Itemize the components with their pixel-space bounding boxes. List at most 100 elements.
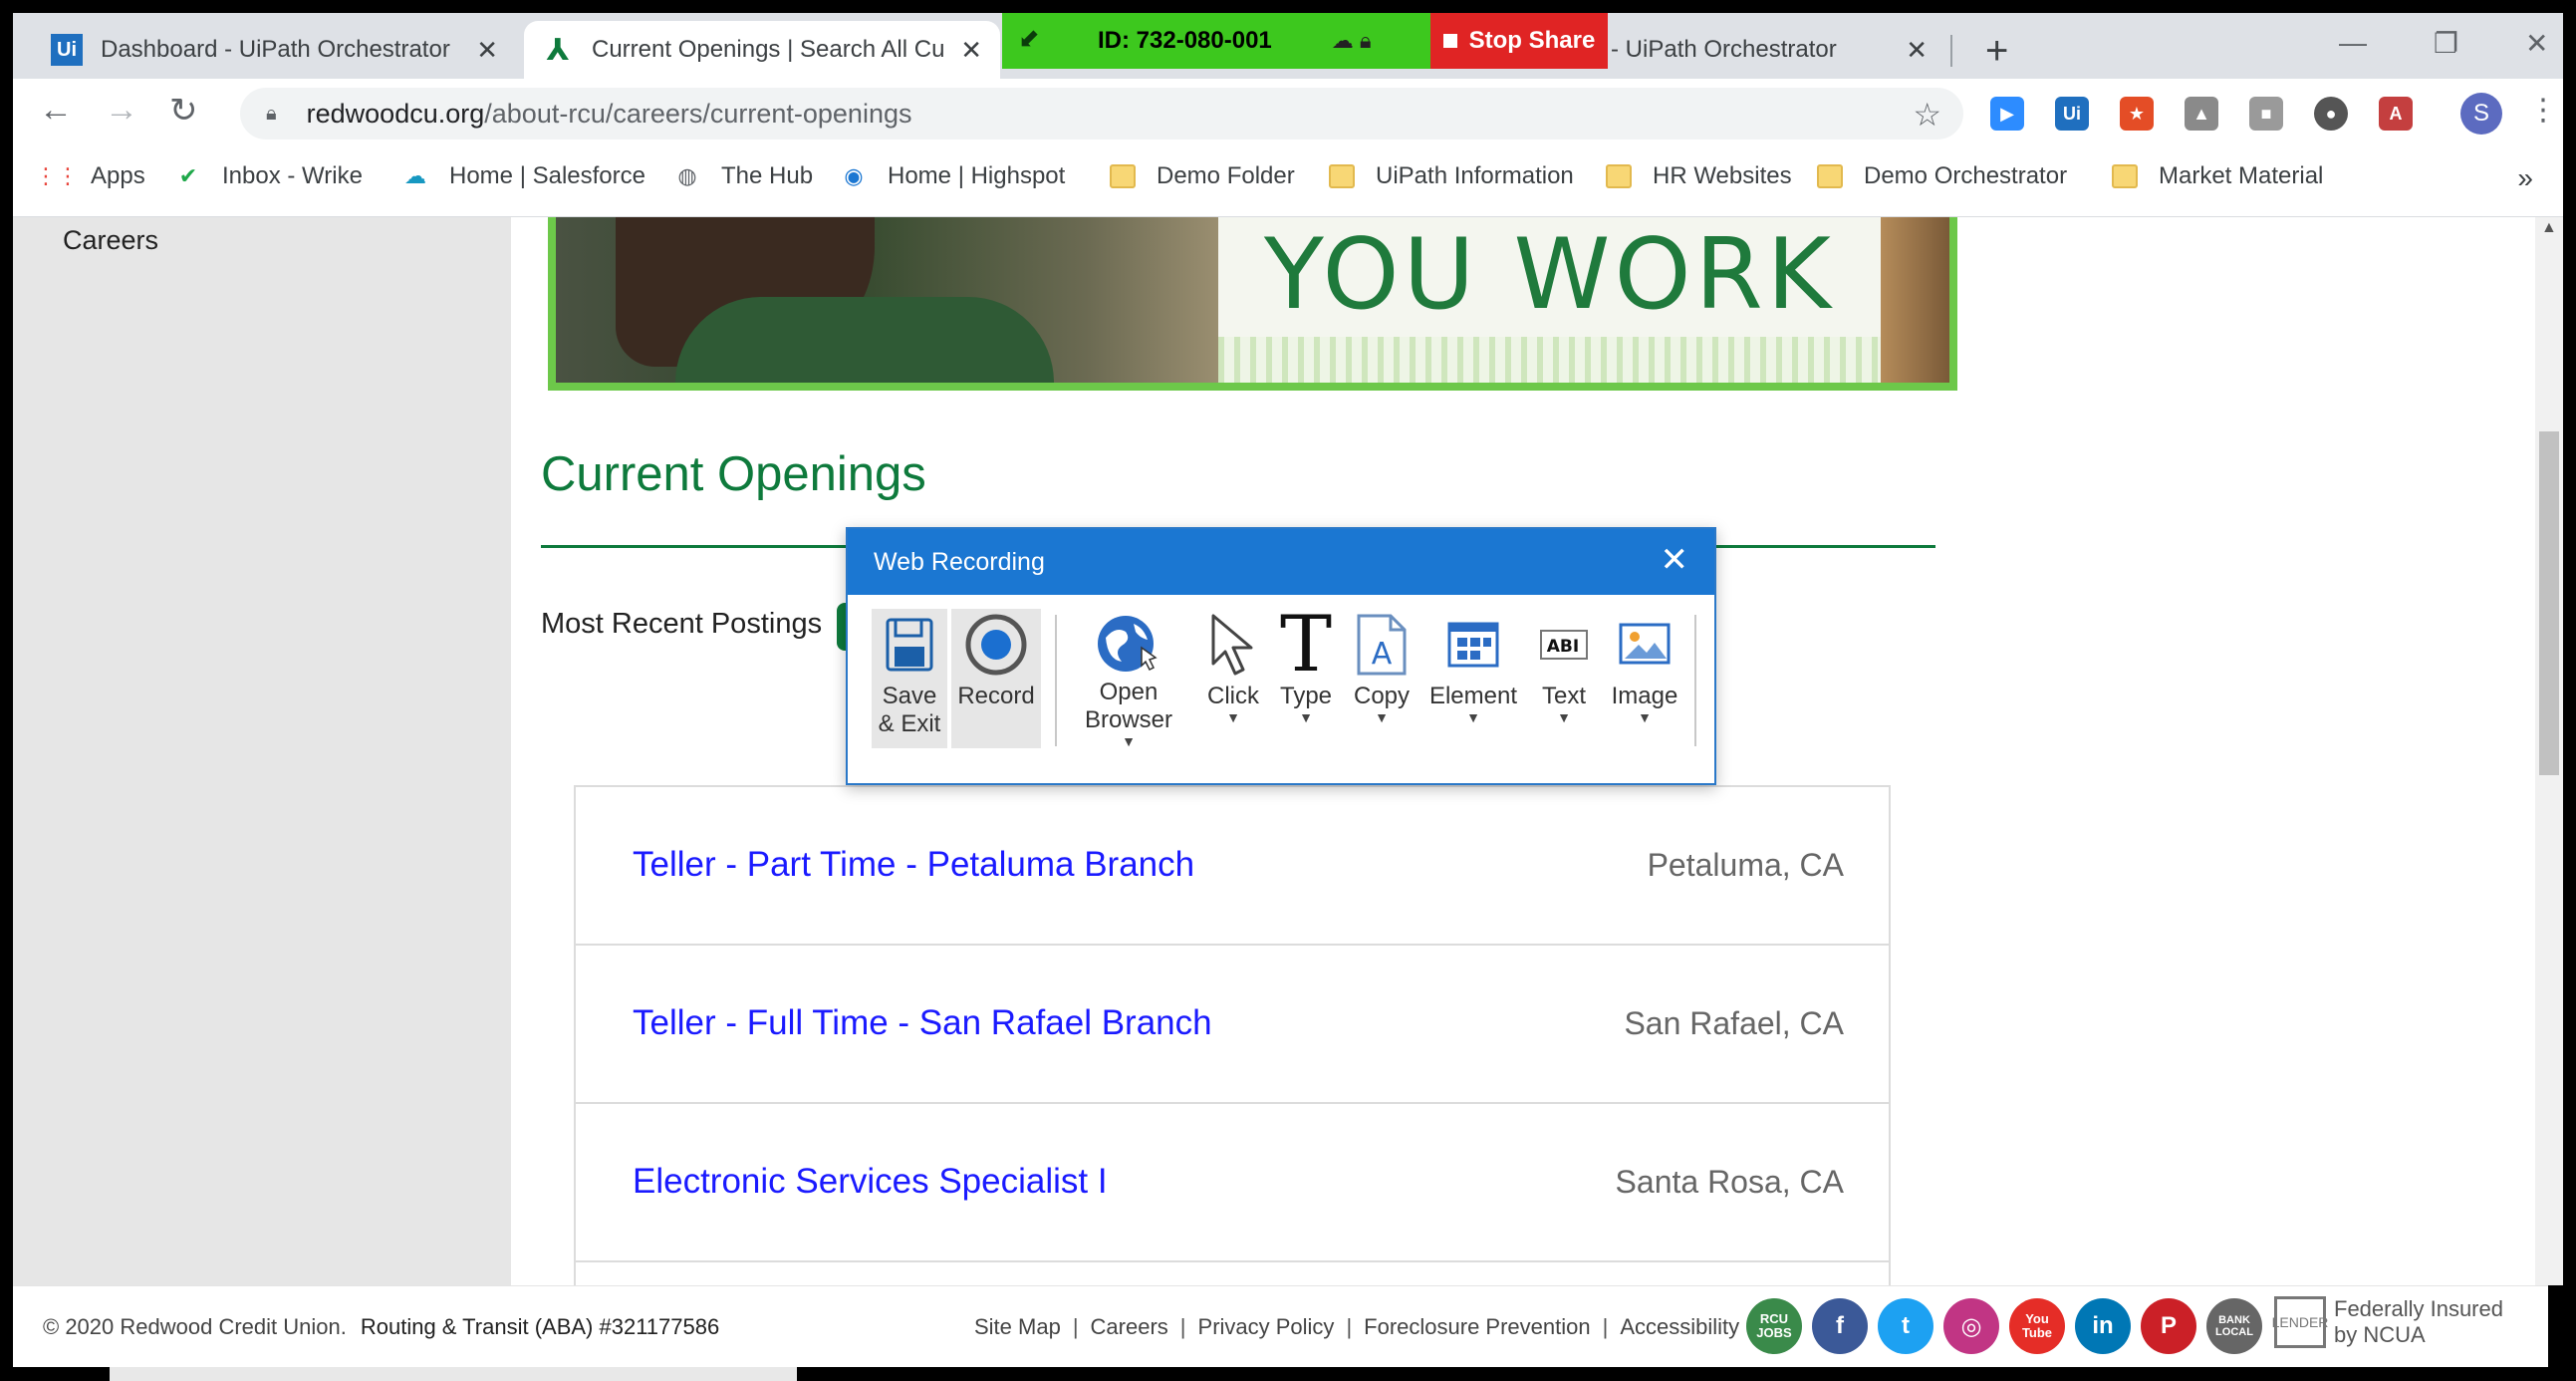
chevron-down-icon[interactable]: ▼ (1638, 710, 1652, 724)
job-title-link[interactable]: Teller - Part Time - Petaluma Branch (633, 845, 1194, 885)
page-title: Current Openings (541, 447, 926, 501)
type-button[interactable]: T Type ▼ (1274, 606, 1338, 748)
chevron-down-icon[interactable]: ▼ (1299, 710, 1313, 724)
toolbar-divider (1055, 615, 1057, 746)
taskbar-strip (110, 1367, 797, 1381)
zoom-extension-icon[interactable]: ▶ (1990, 97, 2024, 131)
copy-doc-icon: A (1355, 609, 1409, 681)
bookmark-hr-websites[interactable]: HR Websites (1605, 162, 1792, 190)
close-icon[interactable]: ✕ (960, 35, 982, 66)
reload-icon[interactable]: ↻ (169, 91, 198, 131)
minimize-button[interactable]: — (2339, 27, 2367, 59)
open-browser-button[interactable]: Open Browser ▼ (1069, 609, 1188, 748)
bookmark-wrike[interactable]: ✔ Inbox - Wrike (174, 162, 363, 190)
url-text: redwoodcu.org/about-rcu/careers/current-… (306, 98, 912, 129)
close-icon[interactable]: ✕ (1906, 35, 1928, 66)
bookmark-apps[interactable]: ⋮⋮ Apps (35, 162, 145, 190)
bookmark-label: Apps (91, 162, 145, 189)
bookmark-market-material[interactable]: Market Material (2111, 162, 2323, 190)
tab-uipath-dashboard[interactable]: Ui Dashboard - UiPath Orchestrator ✕ (33, 21, 516, 79)
footer-link-accessibility[interactable]: Accessibility (1620, 1314, 1739, 1340)
record-button[interactable]: Record (951, 609, 1041, 748)
bank-local-icon[interactable]: BANK LOCAL (2206, 1298, 2262, 1354)
instagram-icon[interactable]: ◎ (1943, 1298, 1999, 1354)
job-title-link[interactable]: Teller - Full Time - San Rafael Branch (633, 1003, 1212, 1043)
footer-link-site-map[interactable]: Site Map (974, 1314, 1061, 1340)
youtube-icon[interactable]: You Tube (2009, 1298, 2065, 1354)
drive-extension-icon[interactable]: ▲ (2185, 97, 2218, 131)
recording-toolbar: Save & Exit Record Open Browser ▼ Click … (848, 595, 1714, 785)
forward-arrow-icon[interactable]: → (105, 91, 138, 130)
rcu-jobs-icon[interactable]: RCU JOBS (1746, 1298, 1802, 1354)
bookmark-highspot[interactable]: ◉ Home | Highspot (840, 162, 1065, 190)
stop-share-button[interactable]: Stop Share (1430, 13, 1608, 69)
click-button[interactable]: Click ▼ (1198, 609, 1268, 748)
bookmark-the-hub[interactable]: ◍ The Hub (673, 162, 813, 190)
bookmark-extension-icon[interactable]: ■ (2249, 97, 2283, 131)
job-title-link[interactable]: Electronic Services Specialist I (633, 1162, 1108, 1202)
circle-extension-icon[interactable]: ● (2314, 97, 2348, 131)
bookmark-label: HR Websites (1653, 162, 1792, 189)
scrollbar-thumb[interactable] (2539, 431, 2559, 775)
pinterest-icon[interactable]: P (2141, 1298, 2196, 1354)
back-arrow-icon[interactable]: ← (39, 91, 73, 130)
footer-link-privacy-policy[interactable]: Privacy Policy (1198, 1314, 1335, 1340)
job-location: Santa Rosa, CA (1615, 1164, 1844, 1200)
browser-toolbar: ← → ↻ 🔒︎ redwoodcu.org/about-rcu/careers… (13, 79, 2563, 148)
apps-grid-icon: ⋮⋮ (35, 163, 79, 188)
chevron-down-icon[interactable]: ▼ (1557, 710, 1571, 724)
dialog-header: Web Recording ✕ (848, 529, 1714, 595)
bookmark-star-icon[interactable]: ☆ (1913, 96, 1941, 134)
tab-current-openings[interactable]: ⅄ Current Openings | Search All Cu ✕ (524, 21, 1000, 79)
tab-title: Dashboard - UiPath Orchestrator (101, 36, 450, 63)
footer-link-foreclosure-prevention[interactable]: Foreclosure Prevention (1364, 1314, 1590, 1340)
bookmark-uipath-information[interactable]: UiPath Information (1328, 162, 1574, 190)
bookmark-demo-folder[interactable]: Demo Folder (1109, 162, 1295, 190)
bookmark-label: The Hub (721, 162, 814, 189)
chevron-down-icon[interactable]: ▼ (1226, 710, 1240, 724)
folder-icon (1109, 162, 1137, 190)
save-exit-button[interactable]: Save & Exit (872, 609, 947, 748)
job-list: Teller - Part Time - Petaluma Branch Pet… (574, 785, 1891, 1285)
menu-dots-icon[interactable]: ⋮ (2528, 93, 2558, 128)
new-tab-button[interactable]: + (1985, 31, 2008, 71)
bookmarks-overflow-button[interactable]: » (2517, 162, 2533, 194)
twitter-icon[interactable]: t (1878, 1298, 1933, 1354)
chevron-down-icon[interactable]: ▼ (1122, 734, 1136, 748)
highlighter-extension-icon[interactable]: ★ (2120, 97, 2154, 131)
bookmark-demo-orchestrator[interactable]: Demo Orchestrator (1816, 162, 2067, 190)
profile-avatar[interactable]: S (2460, 93, 2502, 135)
sidebar-item-careers[interactable]: Careers (63, 225, 158, 256)
pdf-extension-icon[interactable]: A (2379, 97, 2413, 131)
address-bar[interactable]: 🔒︎ redwoodcu.org/about-rcu/careers/curre… (240, 88, 1963, 139)
chevron-down-icon[interactable]: ▼ (1375, 710, 1389, 724)
restore-button[interactable]: ❐ (2434, 27, 2458, 60)
record-icon (964, 609, 1028, 681)
bookmark-label: UiPath Information (1376, 162, 1574, 189)
hero-banner: YOU WORK (548, 217, 1957, 391)
globe-icon: ◍ (677, 163, 697, 188)
close-icon[interactable]: ✕ (1661, 543, 1689, 577)
tool-label: Click (1207, 683, 1259, 709)
share-id: ID: 732-080-001 (1098, 27, 1272, 54)
folder-icon (1816, 162, 1844, 190)
text-button[interactable]: ABI Text ▼ (1531, 609, 1597, 748)
chevron-down-icon[interactable]: ▼ (1466, 710, 1480, 724)
window-close-button[interactable]: ✕ (2525, 27, 2548, 60)
bookmark-label: Inbox - Wrike (222, 162, 363, 189)
close-icon[interactable]: ✕ (476, 35, 498, 66)
bookmark-salesforce[interactable]: ☁ Home | Salesforce (401, 162, 645, 190)
page-scrollbar[interactable]: ▲ (2535, 217, 2563, 1285)
copy-button[interactable]: A Copy ▼ (1348, 609, 1416, 748)
banner-edge (1881, 217, 1949, 383)
image-button[interactable]: Image ▼ (1603, 609, 1686, 748)
uipath-extension-icon[interactable]: Ui (2055, 97, 2089, 131)
footer-link-careers[interactable]: Careers (1091, 1314, 1168, 1340)
linkedin-icon[interactable]: in (2075, 1298, 2131, 1354)
facebook-icon[interactable]: f (1812, 1298, 1868, 1354)
copyright-text: © 2020 Redwood Credit Union. (43, 1314, 347, 1339)
bookmark-label: Demo Folder (1157, 162, 1295, 189)
tab-strip: Ui Dashboard - UiPath Orchestrator ✕ ⅄ C… (13, 13, 2563, 79)
scroll-up-arrow-icon[interactable]: ▲ (2541, 219, 2557, 237)
element-button[interactable]: Element ▼ (1423, 609, 1523, 748)
